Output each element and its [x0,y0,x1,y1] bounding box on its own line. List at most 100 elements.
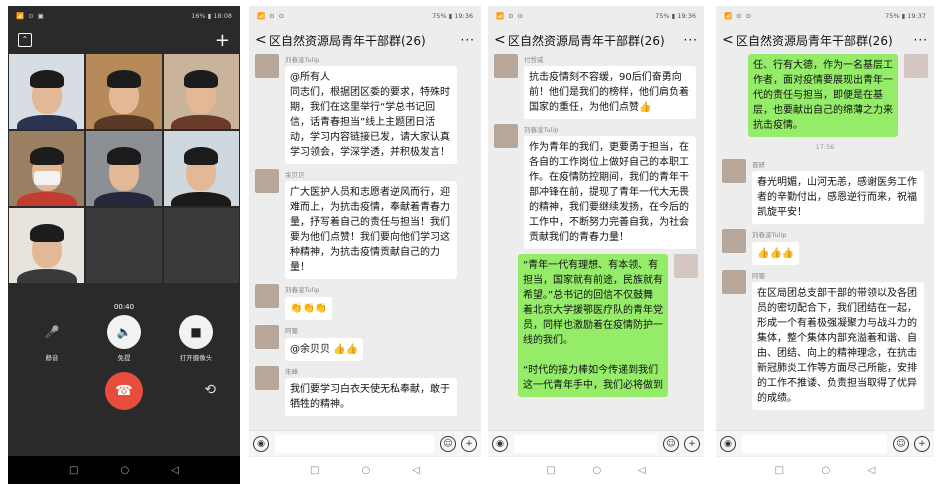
message-list[interactable]: 付哲威 抗击疫情刻不容缓，90后们奋勇向前！他们是我们的榜样，他们肩负着国家的重任… [488,54,704,430]
participant-grid [8,54,240,283]
minimize-icon[interactable]: ⌃ [18,33,32,47]
sender-name: 刘春凌Tulip [524,126,559,134]
message-bubble[interactable]: 我们要学习白衣天使无私奉献，敢于牺牲的精神。 [285,378,457,416]
avatar[interactable] [494,124,518,148]
message-list[interactable]: 刘春凌Tulip @所有人 同志们，根据团区委的要求，特殊时期，我们在这里举行“学… [249,54,481,430]
system-nav-bar: □ ○ ◁ [488,456,704,484]
speaker-icon: 🔈 [107,315,141,349]
message-bubble[interactable]: 抗击疫情刻不容缓，90后们奋勇向前！他们是我们的榜样，他们肩负着国家的重任，为他… [524,66,696,119]
more-icon[interactable]: ··· [461,33,475,47]
more-icon[interactable]: ··· [684,33,698,47]
system-nav-bar: □ ○ ◁ [8,456,240,484]
back-icon[interactable]: < [255,32,269,48]
mute-label: 静音 [45,354,59,362]
message-list[interactable]: 任、行有大德，作为一名基层工作者，面对疫情要展现出青年一代的责任与担当，即便是在… [716,54,934,430]
participant-video-tile[interactable] [163,131,239,206]
nav-home-icon[interactable]: ○ [362,465,371,476]
chat-message: 刘春凌Tulip 👏👏👏 [255,284,475,320]
status-left: 📶 ⊙ ⊙ [257,12,286,20]
avatar[interactable] [255,366,279,390]
nav-home-icon[interactable]: ○ [121,465,130,476]
message-bubble[interactable]: 春光明媚，山河无恙，感谢医务工作者的辛勤付出，感恩逆行而来，祝福凯旋平安！ [752,171,924,224]
chat-message: 阿蜀 在区局团总支部干部的带领以及各团员的密切配合下，我们团结在一起，形成一个有着… [722,270,928,410]
avatar[interactable] [494,54,518,78]
avatar[interactable] [904,54,928,78]
message-bubble[interactable]: @所有人 同志们，根据团区委的要求，特殊时期，我们在这里举行“学总书记回信，话青… [285,66,457,164]
status-right: 75% ▮ 19:36 [655,12,696,20]
nav-back-icon[interactable]: ◁ [868,465,876,476]
plus-icon[interactable]: + [461,435,477,452]
participant-video-tile[interactable] [86,54,162,129]
chat-message: 阿蜀 @余贝贝 👍👍 [255,325,475,361]
participant-video-tile[interactable] [9,131,85,206]
emoji-icon[interactable]: ☺ [663,435,679,452]
participant-video-tile[interactable] [9,54,85,129]
avatar[interactable] [722,159,746,183]
mute-button[interactable]: 🎤 静音 [22,315,82,362]
chat-message: 刘春凌Tulip @所有人 同志们，根据团区委的要求，特殊时期，我们在这里举行“学… [255,54,475,164]
chat-message: 刘春凌Tulip 👍👍👍 [722,229,928,265]
message-bubble[interactable]: “青年一代有理想、有本领、有担当，国家就有前途，民族就有希望。”总书记的回信不仅… [518,254,668,397]
nav-home-icon[interactable]: ○ [821,465,830,476]
voice-icon[interactable]: ◉ [492,435,508,452]
speaker-label: 免提 [117,354,131,362]
message-bubble[interactable]: @余贝贝 👍👍 [285,338,364,361]
system-nav-bar: □ ○ ◁ [249,456,481,484]
message-input[interactable] [742,434,887,453]
nav-back-icon[interactable]: ◁ [638,465,646,476]
message-bubble[interactable]: 在区局团总支部干部的带领以及各团员的密切配合下，我们团结在一起，形成一个有着极强… [752,282,924,410]
camera-button[interactable]: ■ 打开摄像头 [166,315,226,362]
microphone-icon: 🎤 [44,325,60,339]
back-icon[interactable]: < [722,32,736,48]
chat-header: < 区自然资源局青年干部群(26) ··· [488,26,704,54]
nav-back-icon[interactable]: ◁ [171,465,179,476]
avatar[interactable] [255,54,279,78]
message-bubble[interactable]: 👏👏👏 [285,297,333,320]
switch-camera-icon[interactable]: ⟲ [204,382,216,398]
sender-name: 余贝贝 [285,171,305,179]
message-input[interactable] [514,434,657,453]
chat-message: 付哲威 抗击疫情刻不容缓，90后们奋勇向前！他们是我们的榜样，他们肩负着国家的重任… [494,54,698,119]
status-bar: 📶 ⊙ ⊙ 75% ▮ 19:36 [249,6,481,26]
nav-recent-icon[interactable]: □ [546,465,555,476]
status-right: 16% ▮ 18:08 [191,12,232,20]
nav-home-icon[interactable]: ○ [593,465,602,476]
avatar[interactable] [255,169,279,193]
input-bar: ◉ ☺ + [488,430,704,456]
status-bar: 📶 ⊙ ▣ 16% ▮ 18:08 [8,6,240,26]
more-icon[interactable]: ··· [914,33,928,47]
avatar[interactable] [255,284,279,308]
nav-back-icon[interactable]: ◁ [412,465,420,476]
speaker-button[interactable]: 🔈 免提 [94,315,154,362]
emoji-icon[interactable]: ☺ [440,435,456,452]
avatar[interactable] [722,229,746,253]
nav-recent-icon[interactable]: □ [69,465,78,476]
add-participant-icon[interactable]: + [215,30,230,51]
message-input[interactable] [275,434,434,453]
message-bubble[interactable]: 广大医护人员和志愿者逆风而行，迎难而上，为抗击疫情，奉献着青春力量，抒写着自己的… [285,181,457,279]
participant-video-tile[interactable] [163,54,239,129]
participant-video-tile[interactable] [86,131,162,206]
nav-recent-icon[interactable]: □ [310,465,319,476]
hangup-button[interactable]: ☎ [105,372,143,410]
participant-video-tile[interactable] [9,208,85,283]
emoji-icon[interactable]: ☺ [893,435,909,452]
input-bar: ◉ ☺ + [716,430,934,456]
nav-recent-icon[interactable]: □ [775,465,784,476]
back-icon[interactable]: < [494,32,508,48]
message-bubble[interactable]: 👍👍👍 [752,242,800,265]
plus-icon[interactable]: + [684,435,700,452]
avatar[interactable] [722,270,746,294]
plus-icon[interactable]: + [914,435,930,452]
message-bubble[interactable]: 作为青年的我们，更要勇于担当，在各自的工作岗位上做好自己的本职工作。在疫情防控期… [524,136,696,249]
empty-video-tile [163,208,239,283]
avatar[interactable] [674,254,698,278]
avatar[interactable] [255,325,279,349]
sender-name: 晋妍 [752,161,765,169]
status-right: 75% ▮ 19:37 [885,12,926,20]
status-left: 📶 ⊙ ⊙ [496,12,525,20]
chat-title: 区自然资源局青年干部群(26) [736,33,893,48]
voice-icon[interactable]: ◉ [720,435,736,452]
message-bubble[interactable]: 任、行有大德，作为一名基层工作者，面对疫情要展现出青年一代的责任与担当，即便是在… [748,54,898,137]
voice-icon[interactable]: ◉ [253,435,269,452]
